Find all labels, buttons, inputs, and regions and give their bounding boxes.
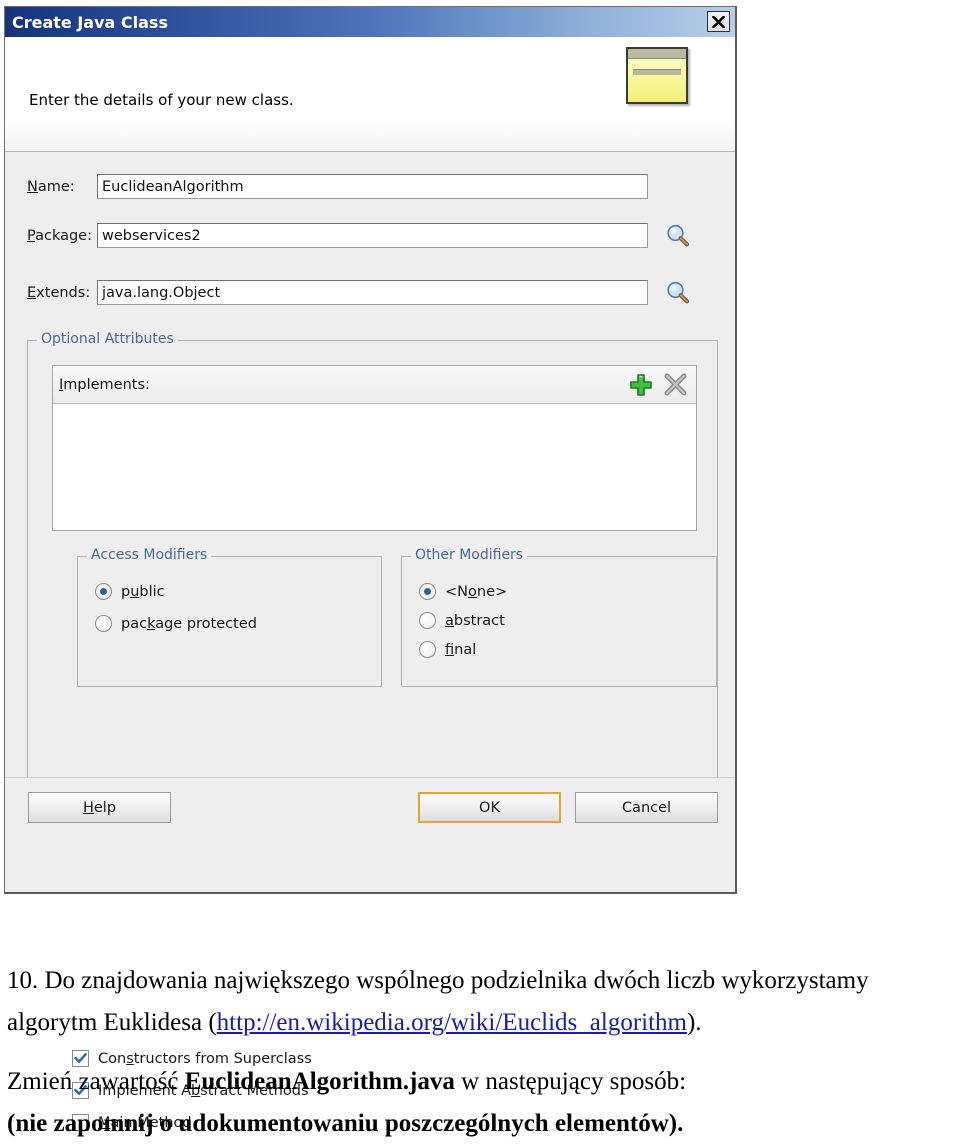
java-class-icon <box>626 47 688 104</box>
radio-public[interactable]: public <box>95 583 381 600</box>
plus-icon[interactable] <box>628 372 654 398</box>
package-label: Package: <box>27 227 92 244</box>
implements-list[interactable] <box>53 404 696 530</box>
help-button[interactable]: Help <box>28 792 171 823</box>
other-modifiers-group: Other Modifiers <None> abstract final <box>401 547 717 687</box>
radio-package-protected-indicator <box>95 615 112 632</box>
cancel-button[interactable]: Cancel <box>575 792 718 823</box>
close-icon <box>712 15 725 28</box>
dialog-body: Name: EuclideanAlgorithm Package: webser… <box>5 152 735 1131</box>
radio-package-protected[interactable]: package protected <box>95 615 381 632</box>
other-modifiers-legend: Other Modifiers <box>411 547 528 563</box>
wikipedia-link[interactable]: http://en.wikipedia.org/wiki/Euclids_alg… <box>217 1009 687 1036</box>
header-instruction-text: Enter the details of your new class. <box>29 91 294 109</box>
access-modifiers-group: Access Modifiers public package protecte… <box>77 547 382 687</box>
caption-text-block: 10. Do znajdowania największego wspólneg… <box>7 960 957 1145</box>
implements-label: Implements: <box>59 376 150 393</box>
close-button[interactable] <box>707 11 730 32</box>
radio-none-indicator <box>419 583 436 600</box>
implements-header: Implements: <box>53 366 696 404</box>
dialog-header: Enter the details of your new class. <box>5 37 735 152</box>
radio-public-indicator <box>95 583 112 600</box>
name-label: Name: <box>27 178 75 195</box>
optional-attributes-group: Optional Attributes Implements: Access M… <box>27 331 718 1131</box>
package-row: Package: webservices2 <box>5 222 735 249</box>
file-name-emphasis: EuclideanAlgorithm.java <box>184 1068 455 1095</box>
class-icon-divider <box>633 69 681 75</box>
radio-final[interactable]: final <box>419 641 716 658</box>
implements-panel: Implements: <box>52 365 697 531</box>
radio-final-label: final <box>445 641 477 658</box>
name-row: Name: EuclideanAlgorithm <box>5 173 735 200</box>
optional-attributes-legend: Optional Attributes <box>37 331 178 347</box>
class-icon-top-band <box>628 49 686 59</box>
dialog-button-bar: Help OK Cancel <box>5 777 735 840</box>
extends-input[interactable]: java.lang.Object <box>97 280 648 305</box>
radio-abstract[interactable]: abstract <box>419 612 716 629</box>
dialog-title: Create Java Class <box>12 12 168 32</box>
caption-p1-line1: 10. Do znajdowania największego wspólneg… <box>7 967 869 994</box>
caption-paragraph-1: 10. Do znajdowania największego wspólneg… <box>7 960 957 1044</box>
package-browse-search-icon[interactable] <box>665 223 691 249</box>
name-input[interactable]: EuclideanAlgorithm <box>97 174 648 199</box>
radio-abstract-indicator <box>419 612 436 629</box>
extends-label: Extends: <box>27 284 91 301</box>
create-java-class-dialog: Create Java Class Enter the details of y… <box>4 6 737 1131</box>
radio-none[interactable]: <None> <box>419 583 716 600</box>
radio-abstract-label: abstract <box>445 612 505 629</box>
remove-x-icon[interactable] <box>662 372 688 398</box>
extends-row: Extends: java.lang.Object <box>5 279 735 306</box>
radio-final-indicator <box>419 641 436 658</box>
extends-browse-search-icon[interactable] <box>665 280 691 306</box>
ok-button[interactable]: OK <box>418 792 561 823</box>
radio-public-label: public <box>121 583 165 600</box>
radio-none-label: <None> <box>445 583 508 600</box>
caption-paragraph-2: Zmień zawartość EuclideanAlgorithm.java … <box>7 1061 957 1145</box>
access-modifiers-legend: Access Modifiers <box>87 547 212 563</box>
caption-p2-line1: Zmień zawartość EuclideanAlgorithm.java … <box>7 1068 687 1095</box>
caption-p1-line2: algorytm Euklidesa (http://en.wikipedia.… <box>7 1009 702 1036</box>
radio-package-protected-label: package protected <box>121 615 257 632</box>
caption-p2-line2: (nie zapomnij o udokumentowaniu poszczeg… <box>7 1110 684 1137</box>
package-input[interactable]: webservices2 <box>97 223 648 248</box>
dialog-titlebar: Create Java Class <box>5 7 735 37</box>
